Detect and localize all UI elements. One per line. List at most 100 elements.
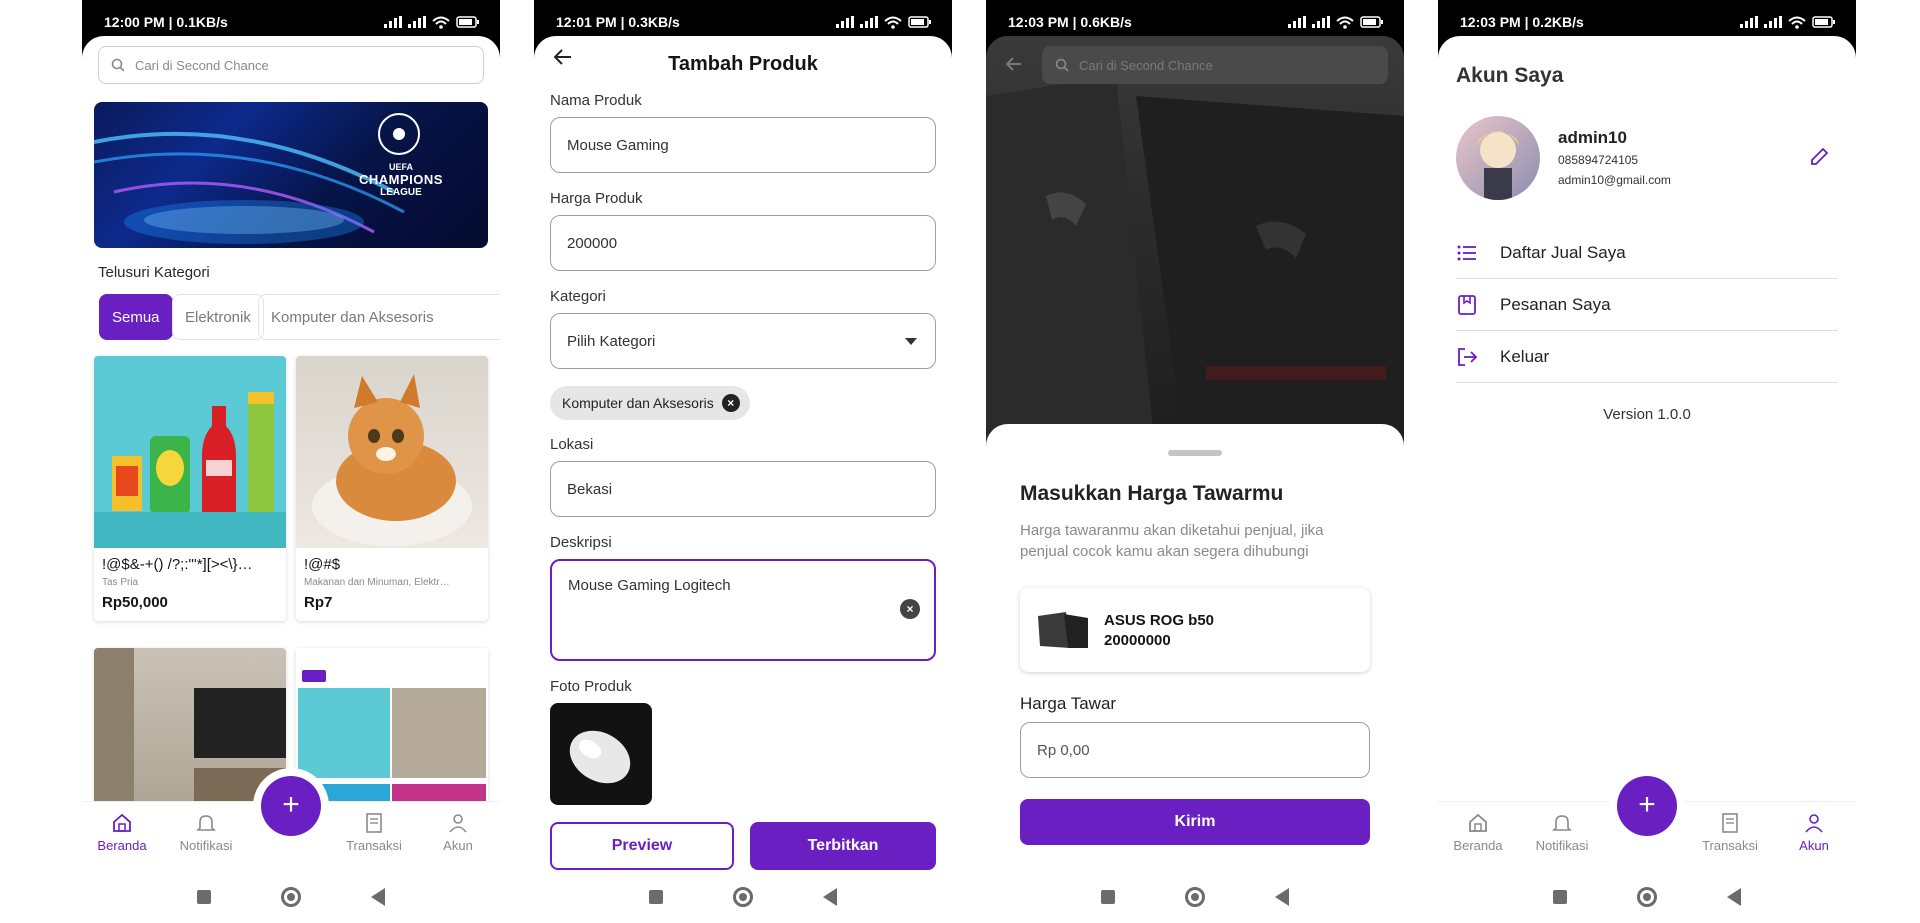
- remove-chip-icon[interactable]: ×: [721, 394, 740, 412]
- avatar-image: [1476, 131, 1520, 200]
- arrow-left-icon[interactable]: [552, 46, 574, 68]
- back-button[interactable]: [371, 888, 385, 906]
- home-icon: [113, 813, 131, 832]
- category-chip: Komputer dan Aksesoris ×: [550, 386, 750, 420]
- category-placeholder: Pilih Kategori: [567, 332, 656, 350]
- recents-button[interactable]: [649, 890, 663, 904]
- signal-icon: [1288, 16, 1306, 28]
- pencil-icon[interactable]: [1808, 146, 1830, 168]
- avatar[interactable]: [1456, 116, 1540, 200]
- product-card[interactable]: !@#$ Makanan dan Minuman, Elektr… Rp7: [296, 356, 488, 621]
- brand-top: UEFA: [388, 162, 413, 172]
- product-photo[interactable]: [550, 703, 652, 805]
- description-field[interactable]: Mouse Gaming Logitech ×: [550, 559, 936, 661]
- home-button[interactable]: [1637, 887, 1657, 907]
- home-button[interactable]: [1185, 887, 1205, 907]
- wifi-icon: [1788, 16, 1806, 29]
- user-email: admin10@gmail.com: [1558, 173, 1671, 187]
- publish-button[interactable]: Terbitkan: [750, 822, 936, 870]
- recents-button[interactable]: [1553, 890, 1567, 904]
- category-select[interactable]: Pilih Kategori: [550, 313, 936, 369]
- home-button[interactable]: [281, 887, 301, 907]
- phone-add-product: 12:01 PM | 0.3KB/s Tambah Produk Nama Pr…: [534, 0, 952, 923]
- phone-account: 12:03 PM | 0.2KB/s Akun Saya admin10 085…: [1438, 0, 1856, 923]
- nav-beranda[interactable]: Beranda: [1438, 812, 1518, 853]
- search-input[interactable]: Cari di Second Chance: [1042, 46, 1388, 84]
- caret-down-icon: [905, 338, 917, 345]
- product-price: Rp7: [304, 594, 333, 611]
- system-nav-bar: [82, 871, 500, 923]
- back-button[interactable]: [823, 888, 837, 906]
- wifi-icon: [884, 16, 902, 29]
- list-icon: [1457, 245, 1476, 260]
- receipt-icon: [1722, 813, 1738, 833]
- category-title: Telusuri Kategori: [98, 264, 210, 281]
- app-version: Version 1.0.0: [1603, 406, 1691, 423]
- arrow-left-icon[interactable]: [1004, 54, 1024, 74]
- description-label: Deskripsi: [550, 534, 612, 551]
- recents-button[interactable]: [1101, 890, 1115, 904]
- system-nav-bar: [534, 871, 952, 923]
- menu-keluar[interactable]: Keluar: [1456, 331, 1838, 383]
- product-category: Makanan dan Minuman, Elektr…: [304, 577, 450, 588]
- offer-label: Harga Tawar: [1020, 694, 1117, 713]
- name-field[interactable]: Mouse Gaming: [550, 117, 936, 173]
- sheet-handle[interactable]: [1168, 450, 1222, 456]
- add-product-button[interactable]: +: [261, 776, 321, 836]
- brand-line2: LEAGUE: [380, 187, 422, 198]
- status-time: 12:01 PM | 0.3KB/s: [556, 14, 680, 30]
- nav-akun[interactable]: Akun: [418, 812, 498, 853]
- nav-label: Akun: [443, 838, 473, 853]
- product-card[interactable]: !@$&-+() /?;:"'*][><\}… Tas Pria Rp50,00…: [94, 356, 286, 621]
- add-product-button[interactable]: +: [1617, 776, 1677, 836]
- signal-icon: [1312, 16, 1330, 28]
- nav-akun[interactable]: Akun: [1774, 812, 1854, 853]
- price-label: Harga Produk: [550, 190, 643, 207]
- back-button[interactable]: [1275, 888, 1289, 906]
- description-value: Mouse Gaming Logitech: [568, 577, 731, 594]
- menu-label: Daftar Jual Saya: [1500, 242, 1626, 262]
- nav-beranda[interactable]: Beranda: [82, 812, 162, 853]
- phone-home: 12:00 PM | 0.1KB/s Cari di Second Chance: [82, 0, 500, 923]
- chip-semua[interactable]: Semua: [99, 294, 173, 340]
- location-field[interactable]: Bekasi: [550, 461, 936, 517]
- offer-input[interactable]: Rp 0,00: [1020, 722, 1370, 778]
- nav-notifikasi[interactable]: Notifikasi: [1522, 812, 1602, 853]
- nav-transaksi[interactable]: Transaksi: [334, 812, 414, 853]
- add-product-screen: Tambah Produk Nama Produk Mouse Gaming H…: [534, 36, 952, 923]
- name-label: Nama Produk: [550, 92, 642, 109]
- nav-transaksi[interactable]: Transaksi: [1690, 812, 1770, 853]
- page-title: Tambah Produk: [668, 53, 818, 75]
- nav-notifikasi[interactable]: Notifikasi: [166, 812, 246, 853]
- signal-icon: [408, 16, 426, 28]
- back-button[interactable]: [1727, 888, 1741, 906]
- order-icon: [1458, 294, 1476, 315]
- chip-elektronik[interactable]: Elektronik: [172, 294, 264, 340]
- promo-banner[interactable]: UEFA CHAMPIONS LEAGUE: [94, 102, 488, 248]
- search-input[interactable]: Cari di Second Chance: [98, 46, 484, 84]
- wifi-icon: [432, 16, 450, 29]
- status-icons: [384, 16, 480, 29]
- battery-icon: [908, 16, 931, 28]
- product-title: !@$&-+() /?;:"'*][><\}…: [102, 556, 253, 573]
- menu-label: Keluar: [1500, 346, 1550, 366]
- nav-label: Notifikasi: [179, 838, 233, 853]
- laptop-graphic: [986, 76, 1404, 456]
- menu-daftar-jual[interactable]: Daftar Jual Saya: [1456, 227, 1838, 279]
- nav-label: Notifikasi: [1535, 838, 1589, 853]
- price-field[interactable]: 200000: [550, 215, 936, 271]
- send-button[interactable]: Kirim: [1020, 799, 1370, 845]
- home-icon: [1469, 813, 1487, 832]
- mouse-image: [569, 730, 631, 784]
- offer-placeholder: Rp 0,00: [1037, 741, 1090, 759]
- search-placeholder: Cari di Second Chance: [1079, 57, 1213, 73]
- wifi-icon: [1336, 16, 1354, 29]
- signal-icon: [1764, 16, 1782, 28]
- category-chip-label: Komputer dan Aksesoris: [562, 395, 714, 411]
- chip-komputer[interactable]: Komputer dan Aksesoris: [258, 294, 500, 340]
- home-button[interactable]: [733, 887, 753, 907]
- menu-pesanan[interactable]: Pesanan Saya: [1456, 279, 1838, 331]
- preview-button[interactable]: Preview: [550, 822, 734, 870]
- clear-text-icon[interactable]: ×: [900, 599, 920, 619]
- recents-button[interactable]: [197, 890, 211, 904]
